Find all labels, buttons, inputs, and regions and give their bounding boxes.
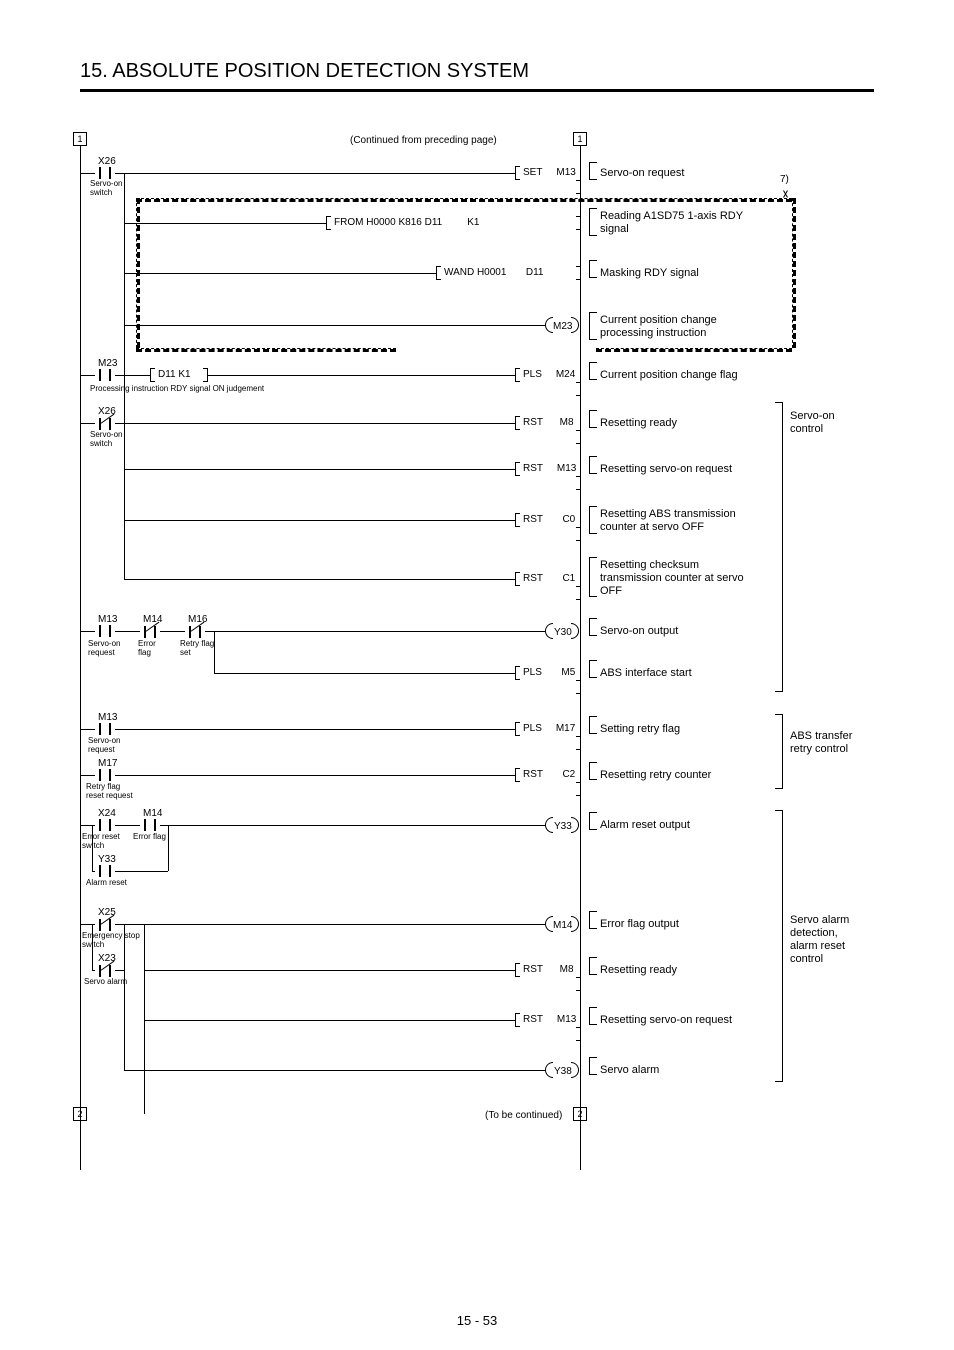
x26nc-sub: Servo-onswitch (90, 430, 122, 448)
group2: ABS transferretry control (790, 730, 852, 756)
x26-label: X26 (98, 156, 116, 167)
y33: Y33 (554, 821, 572, 832)
contact-nc (95, 417, 115, 431)
contact-nc (185, 625, 205, 639)
connector-bot-right: 2 (573, 1107, 587, 1121)
brace (775, 714, 783, 789)
y33c: Y33 (98, 854, 116, 865)
instr-rst-m13b: RST M13 (515, 1013, 581, 1027)
desc: Resetting ABS transmissioncounter at ser… (600, 508, 736, 534)
desc: ABS interface start (600, 667, 692, 679)
desc: Resetting ready (600, 417, 677, 429)
m14-lbl: M14 (143, 614, 162, 625)
instr-rst-m13: RST M13 (515, 462, 581, 476)
instr-pls-m17: PLS M17 (515, 722, 581, 736)
desc: Servo-on request (600, 167, 684, 179)
contact-no (95, 865, 115, 877)
instr-rst-c0: RST C0 (515, 513, 581, 527)
group-dashed (136, 198, 792, 348)
instr-rst-m8b: RST M8 (515, 963, 581, 977)
instr-set-m13: SET M13 (515, 166, 581, 180)
contact-no (95, 369, 115, 381)
contact-no (95, 769, 115, 781)
y30: Y30 (554, 627, 572, 638)
brace (775, 810, 783, 1082)
desc: Resetting ready (600, 964, 677, 976)
m13-lbl: M13 (98, 614, 117, 625)
desc: Alarm reset output (600, 819, 690, 831)
contact-no (95, 723, 115, 735)
connector-bot-left: 2 (73, 1107, 87, 1121)
brace (775, 402, 783, 692)
page-number: 15 - 53 (0, 1313, 954, 1328)
contact-no (95, 167, 115, 179)
desc: Resetting retry counter (600, 769, 711, 781)
desc: Current position change flag (600, 369, 738, 381)
instr-rst-m8: RST M8 (515, 416, 581, 430)
instr-rst-c1: RST C1 (515, 572, 581, 586)
x26-sub: Servo-onswitch (90, 179, 122, 197)
instr-pls-m24: PLS M24 (515, 368, 581, 382)
instr-rst-c2: RST C2 (515, 768, 581, 782)
instr-pls-m5: PLS M5 (515, 666, 581, 680)
desc: Error flag output (600, 918, 679, 930)
desc: Resetting servo-on request (600, 463, 732, 475)
connector-top-left: 1 (73, 132, 87, 146)
d11k1-box: D11 K1 (150, 368, 208, 382)
group1: Servo-oncontrol (790, 410, 835, 436)
contact-no (95, 819, 115, 831)
contact-nc (140, 625, 160, 639)
m16-lbl: M16 (188, 614, 207, 625)
m14coil: M14 (553, 920, 572, 931)
contact-nc (95, 918, 115, 932)
desc: Setting retry flag (600, 723, 680, 735)
contact-no (140, 819, 160, 831)
x24: X24 (98, 808, 116, 819)
contact-nc (95, 964, 115, 978)
contact-no (95, 625, 115, 637)
desc: Servo-on output (600, 625, 678, 637)
ladder-diagram: 1 (Continued from preceding page) 1 X26 … (80, 132, 850, 1192)
group3: Servo alarmdetection,alarm resetcontrol (790, 914, 849, 966)
to-be-cont: (To be continued) (485, 1110, 562, 1121)
y38: Y38 (554, 1066, 572, 1077)
desc: Resetting checksumtransmission counter a… (600, 559, 744, 598)
connector-top-right: 1 (573, 132, 587, 146)
m23-label: M23 (98, 358, 117, 369)
desc: Resetting servo-on request (600, 1014, 732, 1026)
header-rule (80, 89, 874, 92)
desc: Servo alarm (600, 1064, 659, 1076)
m14b: M14 (143, 808, 162, 819)
continued-from: (Continued from preceding page) (350, 135, 497, 146)
m17: M17 (98, 758, 117, 769)
m13b: M13 (98, 712, 117, 723)
page-title: 15. ABSOLUTE POSITION DETECTION SYSTEM (80, 60, 874, 83)
procline: Processing instruction RDY signal ON jud… (90, 384, 264, 393)
